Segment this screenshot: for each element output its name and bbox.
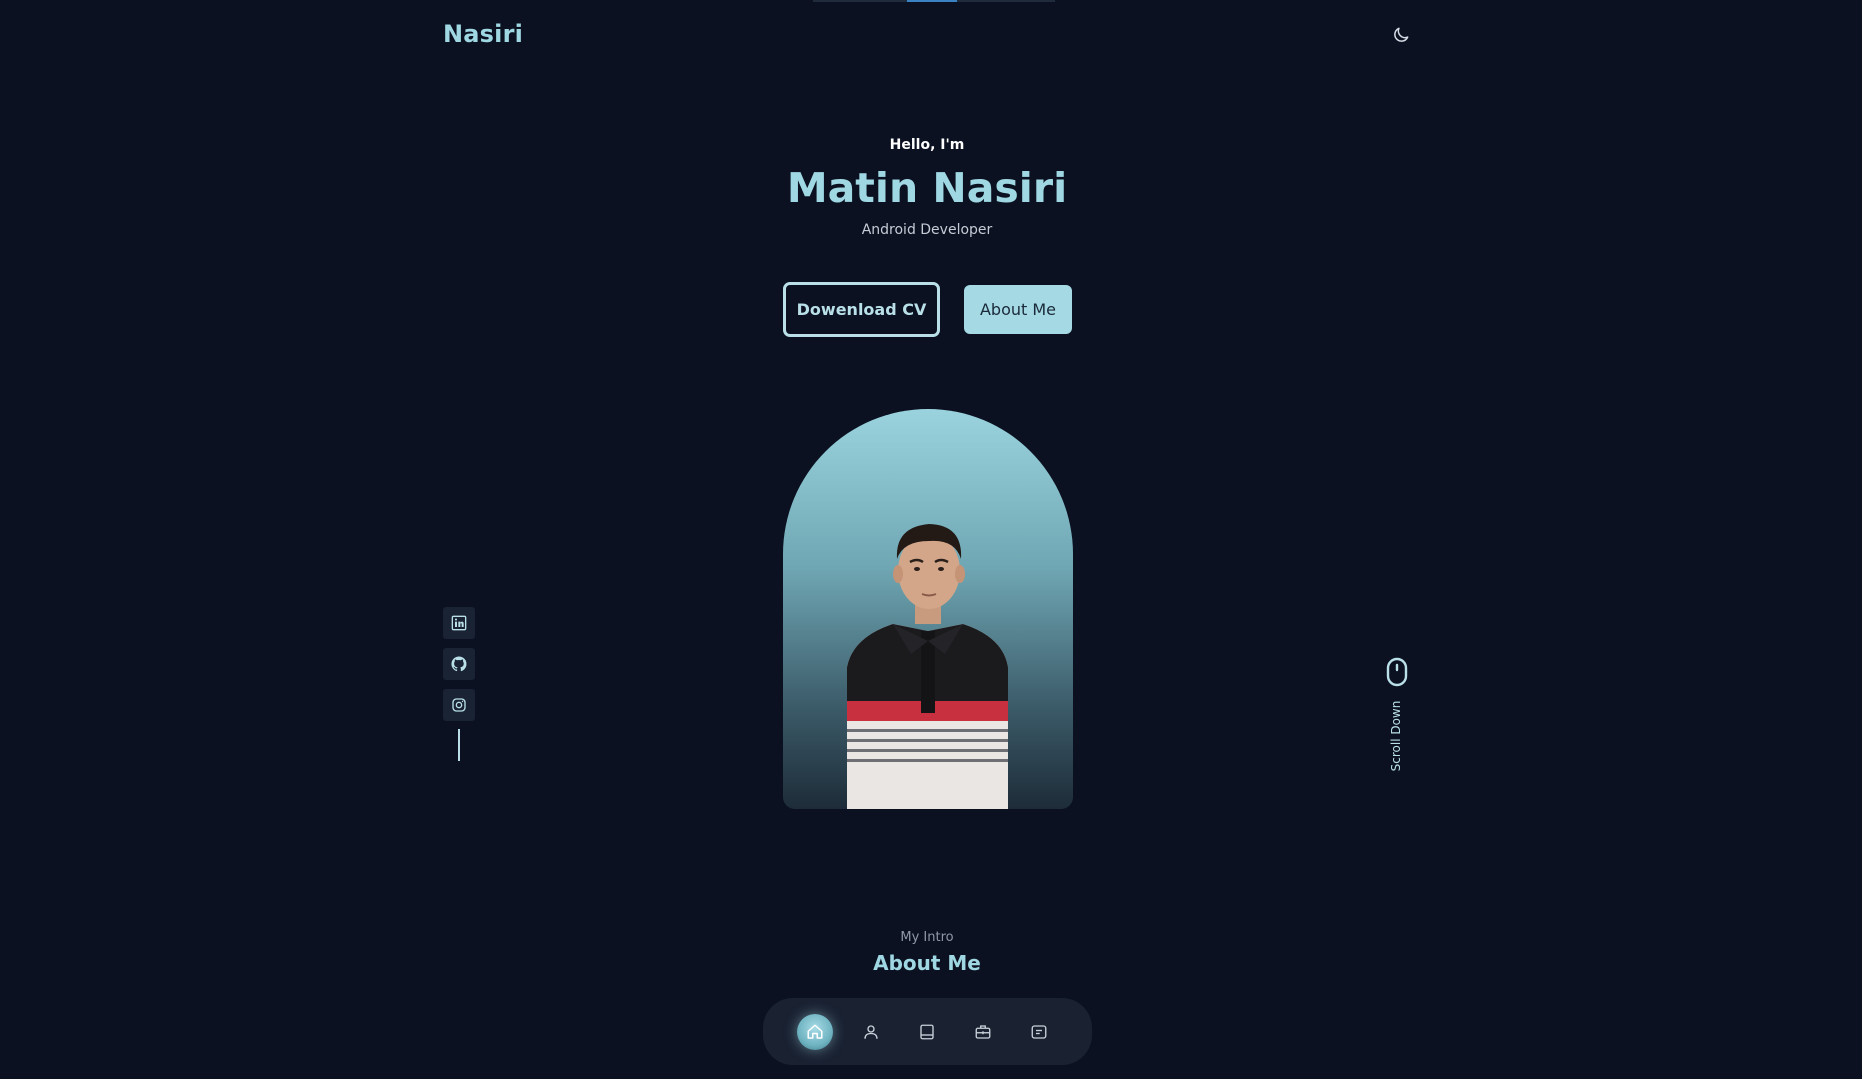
- section-title: About Me: [873, 951, 981, 975]
- briefcase-icon: [975, 1025, 991, 1039]
- site-logo[interactable]: Nasiri: [443, 20, 523, 48]
- nav-contact[interactable]: [1021, 1014, 1057, 1050]
- github-link[interactable]: [443, 648, 475, 680]
- github-icon: [451, 656, 467, 672]
- section-subtitle: My Intro: [900, 930, 954, 945]
- hero-name: Matin Nasiri: [786, 164, 1068, 212]
- nav-about[interactable]: [853, 1014, 889, 1050]
- moon-icon: [1394, 27, 1409, 42]
- user-icon: [864, 1025, 878, 1039]
- linkedin-link[interactable]: [443, 607, 475, 639]
- nav-portfolio[interactable]: [965, 1014, 1001, 1050]
- person-illustration: [847, 524, 1008, 809]
- instagram-icon: [452, 698, 466, 712]
- linkedin-icon: [451, 615, 467, 631]
- profile-photo: [783, 409, 1073, 809]
- instagram-link[interactable]: [443, 689, 475, 721]
- scroll-progress-bar: [813, 0, 1055, 2]
- hero-greeting: Hello, I'm: [889, 137, 965, 153]
- hero-role: Android Developer: [861, 222, 993, 238]
- scroll-down-button[interactable]: [1385, 657, 1409, 687]
- nav-home[interactable]: [797, 1014, 833, 1050]
- scroll-down-label[interactable]: Scroll Down: [1389, 700, 1405, 772]
- message-icon: [1031, 1025, 1047, 1039]
- page: Nasiri Hello, I'm Matin Nasiri Android D…: [0, 0, 1862, 1079]
- nav-skills[interactable]: [909, 1014, 945, 1050]
- theme-toggle-button[interactable]: [1388, 22, 1414, 48]
- book-icon: [920, 1024, 934, 1040]
- about-me-button[interactable]: About Me: [964, 285, 1072, 334]
- social-divider-line: [458, 729, 460, 761]
- scroll-progress-segment: [907, 0, 957, 2]
- home-icon: [807, 1024, 823, 1039]
- download-cv-button[interactable]: Dowenload CV: [783, 282, 940, 337]
- mouse-icon: [1386, 657, 1408, 687]
- bottom-nav: [763, 998, 1092, 1065]
